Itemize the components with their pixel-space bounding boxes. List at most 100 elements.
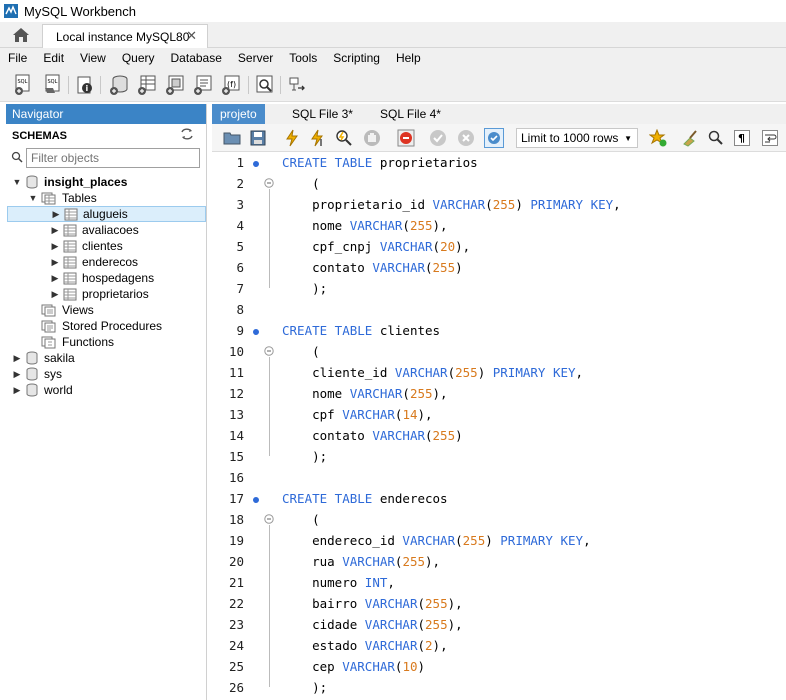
- code-line[interactable]: 26 );: [212, 677, 786, 698]
- collapsed-arrow-icon[interactable]: ▶: [50, 225, 60, 236]
- tab-sql-file-3[interactable]: SQL File 3*: [292, 104, 353, 124]
- code-line[interactable]: 23 cidade VARCHAR(255),: [212, 614, 786, 635]
- code-line[interactable]: 24 estado VARCHAR(2),: [212, 635, 786, 656]
- search-table-data-button[interactable]: [254, 73, 276, 97]
- menu-edit[interactable]: Edit: [35, 51, 72, 65]
- add-snippet-button[interactable]: [648, 128, 668, 148]
- execute-button[interactable]: [282, 128, 302, 148]
- table-node-hospedagens[interactable]: ▶ hospedagens: [50, 270, 155, 286]
- tree-node-tables[interactable]: ▼ Tables: [28, 190, 97, 206]
- tree-node-functions[interactable]: Functions: [41, 334, 114, 350]
- fold-toggle-icon[interactable]: [264, 512, 274, 527]
- collapsed-arrow-icon[interactable]: ▶: [50, 273, 60, 284]
- menu-database[interactable]: Database: [163, 51, 230, 65]
- fold-toggle-icon[interactable]: [264, 176, 274, 191]
- reconnect-button[interactable]: [286, 73, 308, 97]
- table-node-enderecos[interactable]: ▶ enderecos: [50, 254, 139, 270]
- collapsed-arrow-icon[interactable]: ▶: [50, 241, 60, 252]
- code-line[interactable]: 2 (: [212, 173, 786, 194]
- expanded-arrow-icon[interactable]: ▼: [28, 193, 38, 203]
- save-button[interactable]: [248, 128, 268, 148]
- close-icon[interactable]: ✕: [186, 28, 197, 44]
- schema-node-sakila[interactable]: ▶ sakila: [12, 350, 75, 366]
- code-line[interactable]: 7 );: [212, 278, 786, 299]
- menu-view[interactable]: View: [72, 51, 114, 65]
- new-sql-tab-button[interactable]: SQL: [12, 73, 34, 97]
- open-file-button[interactable]: [222, 128, 242, 148]
- create-table-button[interactable]: [136, 73, 158, 97]
- limit-rows-select[interactable]: Limit to 1000 rows ▼: [516, 128, 638, 148]
- code-line[interactable]: 21 numero INT,: [212, 572, 786, 593]
- commit-button[interactable]: [428, 128, 448, 148]
- explain-button[interactable]: [334, 128, 354, 148]
- code-line[interactable]: 5 cpf_cnpj VARCHAR(20),: [212, 236, 786, 257]
- tree-node-stored-procedures[interactable]: Stored Procedures: [41, 318, 162, 334]
- stop-button[interactable]: [362, 128, 382, 148]
- filter-objects-field[interactable]: [11, 148, 200, 168]
- menu-scripting[interactable]: Scripting: [325, 51, 388, 65]
- code-line[interactable]: 14 contato VARCHAR(255): [212, 425, 786, 446]
- code-line[interactable]: 17 CREATE TABLE enderecos: [212, 488, 786, 509]
- table-node-clientes[interactable]: ▶ clientes: [50, 238, 123, 254]
- table-node-alugueis[interactable]: ▶ alugueis: [7, 206, 206, 222]
- wrap-lines-button[interactable]: [760, 128, 780, 148]
- create-procedure-button[interactable]: [192, 73, 214, 97]
- filter-objects-input[interactable]: [27, 149, 199, 167]
- sql-code-editor[interactable]: 1 CREATE TABLE proprietarios 2 (3 propriet…: [212, 152, 786, 700]
- invisible-chars-button[interactable]: ¶: [732, 128, 752, 148]
- rollback-button[interactable]: [456, 128, 476, 148]
- menu-query[interactable]: Query: [114, 51, 163, 65]
- create-function-button[interactable]: (f): [220, 73, 242, 97]
- code-line[interactable]: 11 cliente_id VARCHAR(255) PRIMARY KEY,: [212, 362, 786, 383]
- menu-help[interactable]: Help: [388, 51, 429, 65]
- table-node-proprietarios[interactable]: ▶ proprietarios: [50, 286, 149, 302]
- menu-server[interactable]: Server: [230, 51, 281, 65]
- code-line[interactable]: 9 CREATE TABLE clientes: [212, 320, 786, 341]
- tree-node-views[interactable]: Views: [41, 302, 94, 318]
- schema-node-world[interactable]: ▶ world: [12, 382, 73, 398]
- code-line[interactable]: 20 rua VARCHAR(255),: [212, 551, 786, 572]
- open-sql-script-button[interactable]: SQL: [42, 73, 64, 97]
- code-line[interactable]: 1 CREATE TABLE proprietarios: [212, 152, 786, 173]
- home-button[interactable]: [0, 22, 42, 48]
- code-line[interactable]: 19 endereco_id VARCHAR(255) PRIMARY KEY,: [212, 530, 786, 551]
- collapsed-arrow-icon[interactable]: ▶: [50, 257, 60, 268]
- toggle-stop-on-error-button[interactable]: [396, 128, 416, 148]
- create-view-button[interactable]: [164, 73, 186, 97]
- schema-node-sys[interactable]: ▶ sys: [12, 366, 62, 382]
- connection-tab[interactable]: Local instance MySQL80 ✕: [42, 24, 208, 48]
- autocommit-toggle[interactable]: [484, 128, 504, 148]
- menu-tools[interactable]: Tools: [281, 51, 325, 65]
- tab-sql-file-4[interactable]: SQL File 4*: [380, 104, 441, 124]
- code-text: nome VARCHAR(255),: [282, 386, 448, 401]
- collapsed-arrow-icon[interactable]: ▶: [12, 369, 22, 380]
- collapsed-arrow-icon[interactable]: ▶: [12, 385, 22, 396]
- menu-file[interactable]: File: [0, 51, 35, 65]
- code-line[interactable]: 13 cpf VARCHAR(14),: [212, 404, 786, 425]
- collapsed-arrow-icon[interactable]: ▶: [50, 289, 60, 300]
- table-node-avaliacoes[interactable]: ▶ avaliacoes: [50, 222, 139, 238]
- code-line[interactable]: 22 bairro VARCHAR(255),: [212, 593, 786, 614]
- refresh-icon[interactable]: [180, 128, 194, 143]
- expanded-arrow-icon[interactable]: ▼: [12, 177, 22, 187]
- create-schema-button[interactable]: [108, 73, 130, 97]
- fold-toggle-icon[interactable]: [264, 344, 274, 359]
- code-line[interactable]: 4 nome VARCHAR(255),: [212, 215, 786, 236]
- tab-projeto[interactable]: projeto: [212, 104, 265, 124]
- code-line[interactable]: 6 contato VARCHAR(255): [212, 257, 786, 278]
- beautify-button[interactable]: [680, 128, 700, 148]
- code-line[interactable]: 10 (: [212, 341, 786, 362]
- code-line[interactable]: 16: [212, 467, 786, 488]
- code-line[interactable]: 12 nome VARCHAR(255),: [212, 383, 786, 404]
- code-line[interactable]: 15 );: [212, 446, 786, 467]
- code-line[interactable]: 18 (: [212, 509, 786, 530]
- collapsed-arrow-icon[interactable]: ▶: [12, 353, 22, 364]
- schema-node-insight-places[interactable]: ▼ insight_places: [12, 174, 128, 190]
- execute-current-button[interactable]: [308, 128, 328, 148]
- code-line[interactable]: 3 proprietario_id VARCHAR(255) PRIMARY K…: [212, 194, 786, 215]
- collapsed-arrow-icon[interactable]: ▶: [51, 209, 61, 220]
- code-line[interactable]: 25 cep VARCHAR(10): [212, 656, 786, 677]
- inspector-button[interactable]: i: [74, 73, 96, 97]
- code-line[interactable]: 8: [212, 299, 786, 320]
- find-replace-button[interactable]: [706, 128, 726, 148]
